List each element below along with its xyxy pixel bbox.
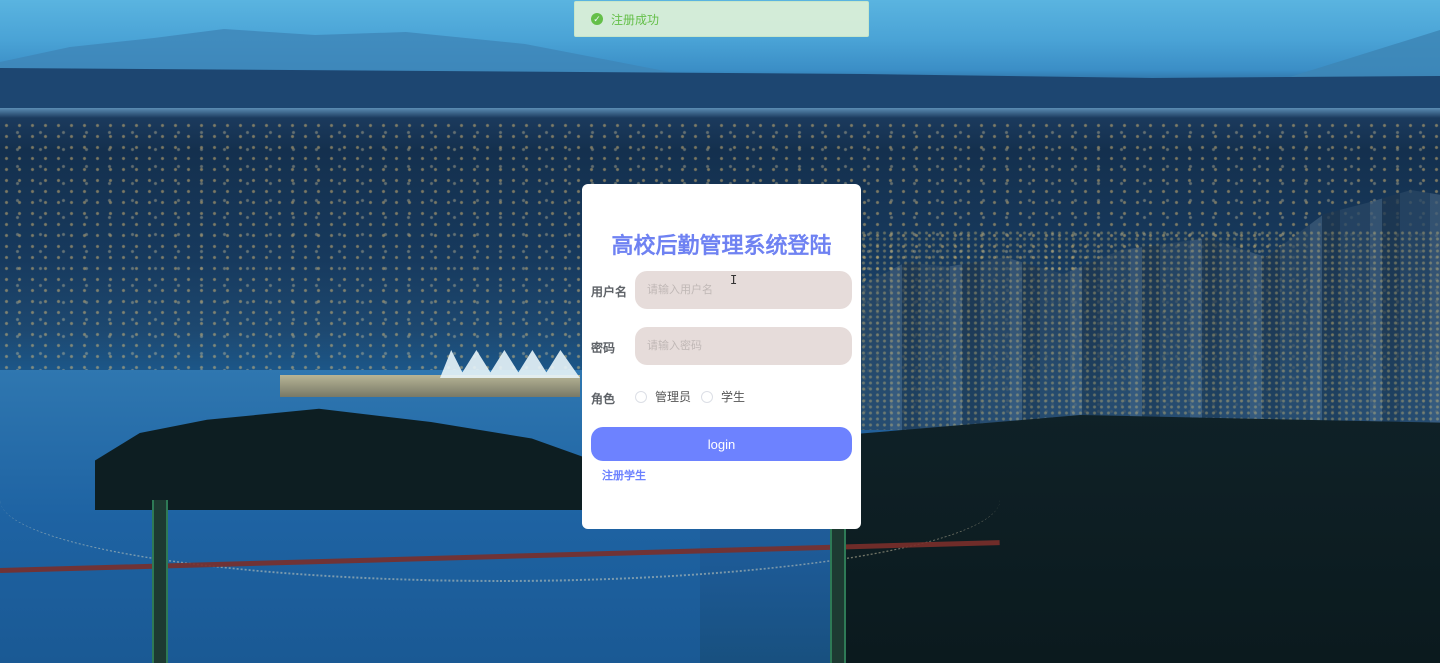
role-label: 角色	[591, 392, 616, 406]
password-input[interactable]	[635, 327, 852, 365]
radio-button[interactable]	[701, 390, 714, 403]
login-card: 高校后勤管理系统登陆 用户名 密码 角色 管理员 学生 login 注册学生	[582, 184, 861, 529]
login-button[interactable]: login	[591, 427, 852, 461]
username-label: 用户名	[591, 285, 628, 299]
role-option-admin[interactable]: 管理员	[635, 388, 691, 405]
check-circle-icon: ✓	[591, 13, 603, 25]
role-radio-group: 管理员 学生	[635, 388, 755, 405]
bridge-tower-left	[152, 500, 168, 663]
mountain-right	[1280, 30, 1440, 80]
role-option-label: 管理员	[655, 390, 692, 404]
toast-message: 注册成功	[611, 12, 660, 27]
page-title: 高校后勤管理系统登陆	[611, 233, 832, 258]
username-input[interactable]	[635, 271, 852, 309]
role-option-label: 学生	[721, 390, 746, 404]
tower-lights	[860, 230, 1440, 430]
text-cursor-icon: I	[730, 273, 738, 287]
register-student-link[interactable]: 注册学生	[602, 467, 646, 483]
password-label: 密码	[591, 341, 616, 355]
radio-button[interactable]	[635, 390, 647, 403]
far-shore	[0, 68, 1440, 108]
role-option-student[interactable]: 学生	[701, 388, 745, 405]
pier	[280, 375, 580, 397]
success-toast: ✓ 注册成功	[574, 1, 869, 37]
